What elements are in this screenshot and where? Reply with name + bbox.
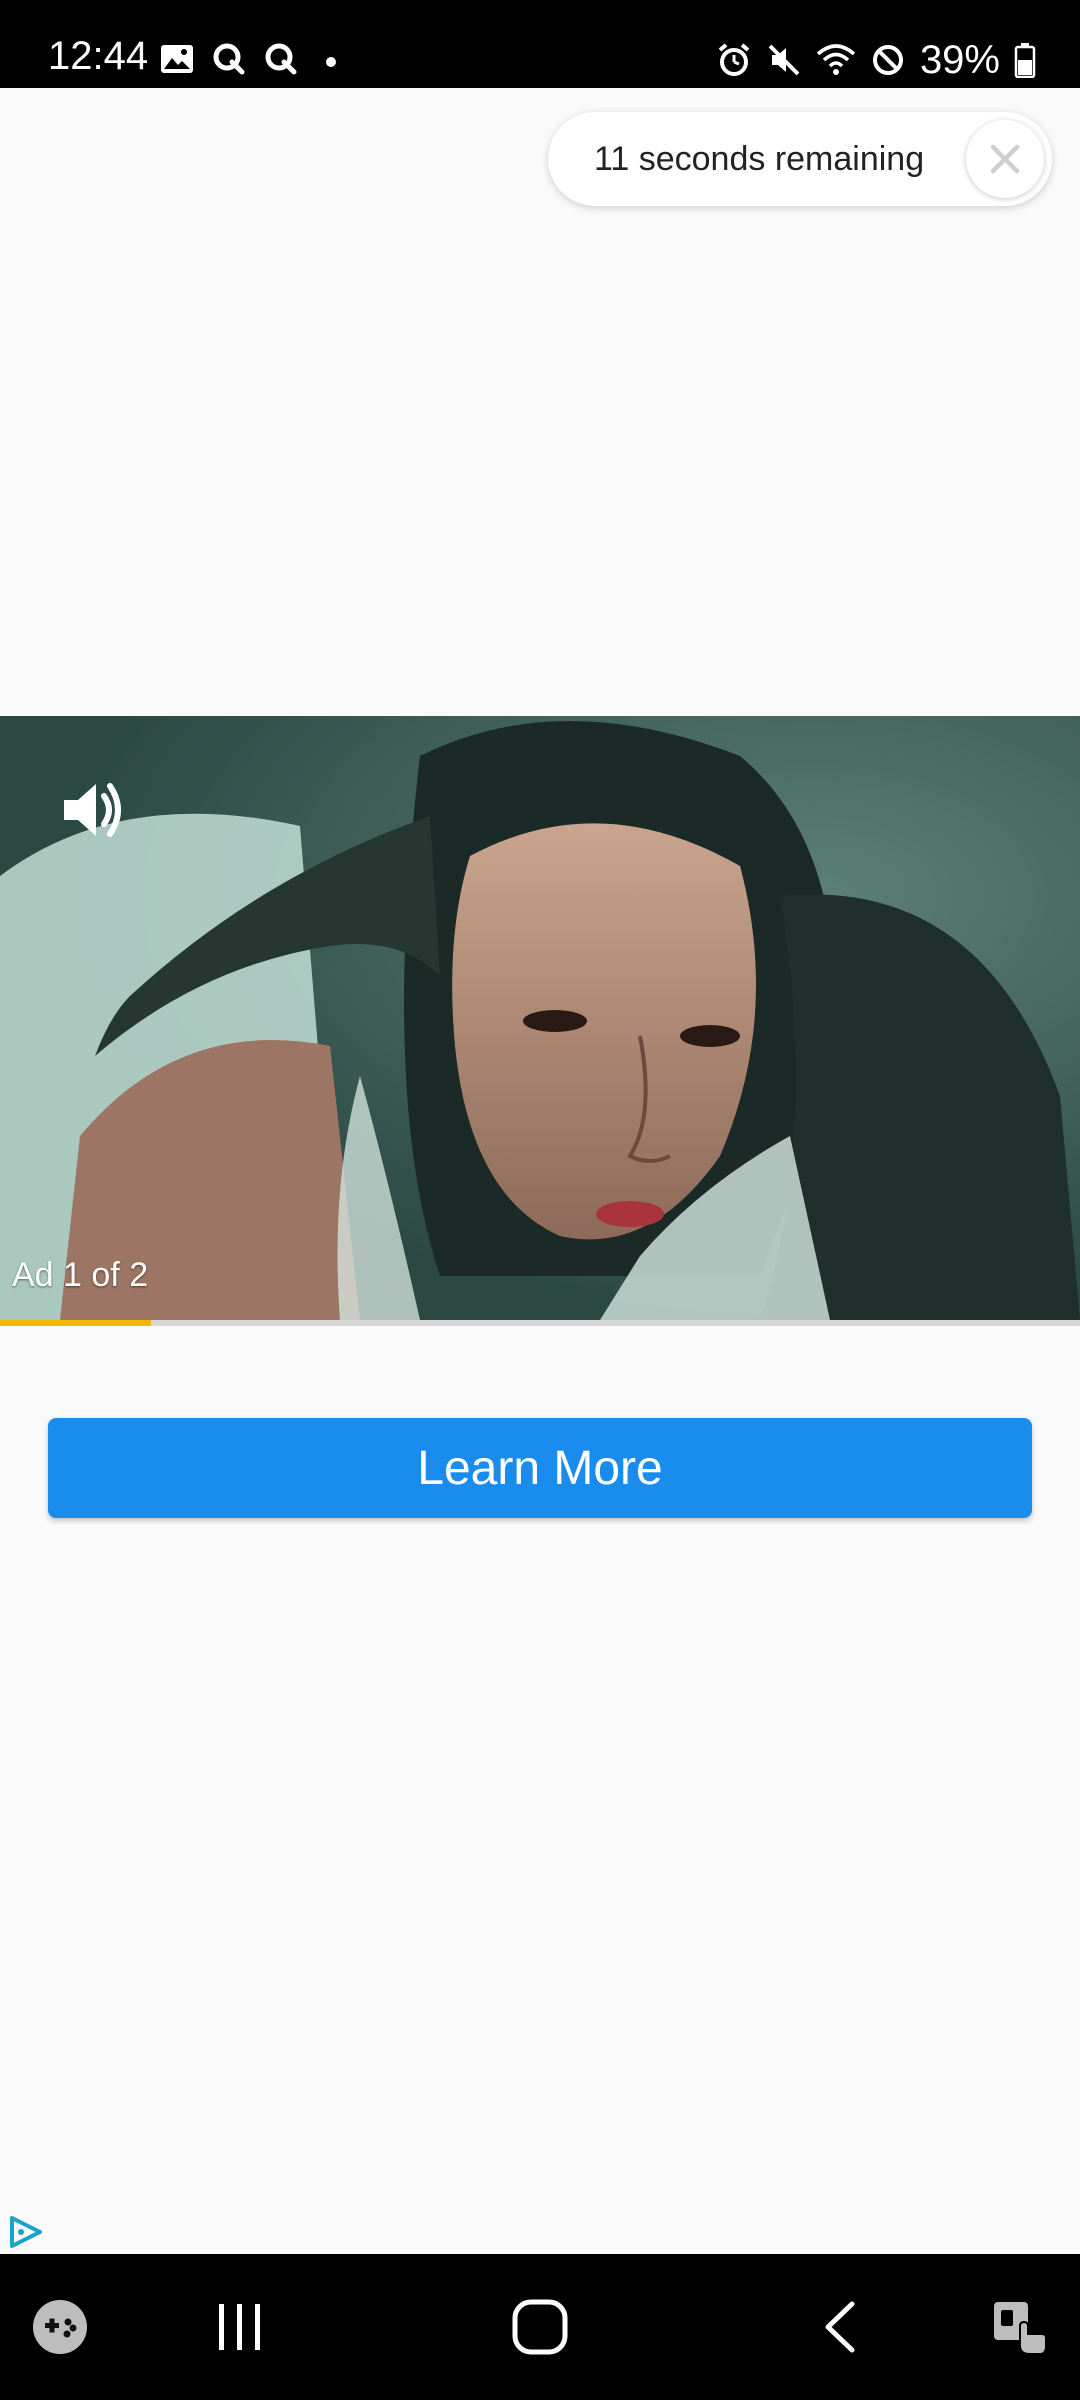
battery-percent: 39% [919,38,1000,82]
video-ad-player[interactable]: Ad 1 of 2 [0,716,1080,1320]
mute-icon [768,44,800,76]
wifi-icon [816,44,856,75]
status-bar: 12:44 39% [0,0,1080,88]
game-launcher-icon [33,2300,87,2354]
status-time: 12:44 [48,34,149,78]
ad-counter: Ad 1 of 2 [12,1256,149,1294]
adchoices-icon[interactable] [6,2212,46,2252]
ad-progress-fill [0,1320,152,1326]
dot-icon [326,57,336,67]
recent-apps-button[interactable] [190,2254,290,2400]
back-icon [825,2301,855,2353]
recent-apps-icon [219,2304,260,2350]
close-icon [990,144,1020,174]
screen: 12:44 39% 11 seconds remaining Ad 1 of 2… [0,0,1080,2400]
home-icon [512,2299,568,2355]
accessibility-button[interactable] [980,2254,1060,2400]
learn-more-button[interactable]: Learn More [48,1418,1032,1518]
battery-icon [1014,43,1036,78]
video-frame-image [0,716,1080,1320]
do-not-disturb-icon [872,45,903,75]
q-app-icon [265,43,297,75]
status-system-icons: 39% [716,40,1036,80]
close-ad-button[interactable] [966,120,1044,198]
alarm-icon [718,43,750,76]
image-icon [161,45,193,73]
volume-icon[interactable] [56,774,128,846]
skip-countdown-pill: 11 seconds remaining [548,112,1052,206]
status-notification-icons [160,42,346,76]
back-button[interactable] [790,2254,890,2400]
home-button[interactable] [490,2254,590,2400]
skip-countdown-text: 11 seconds remaining [594,140,925,178]
accessibility-icon [994,2302,1047,2355]
game-launcher-button[interactable] [20,2254,100,2400]
ad-progress-bar [0,1320,1080,1326]
navigation-bar [0,2254,1080,2400]
q-app-icon [213,43,245,75]
